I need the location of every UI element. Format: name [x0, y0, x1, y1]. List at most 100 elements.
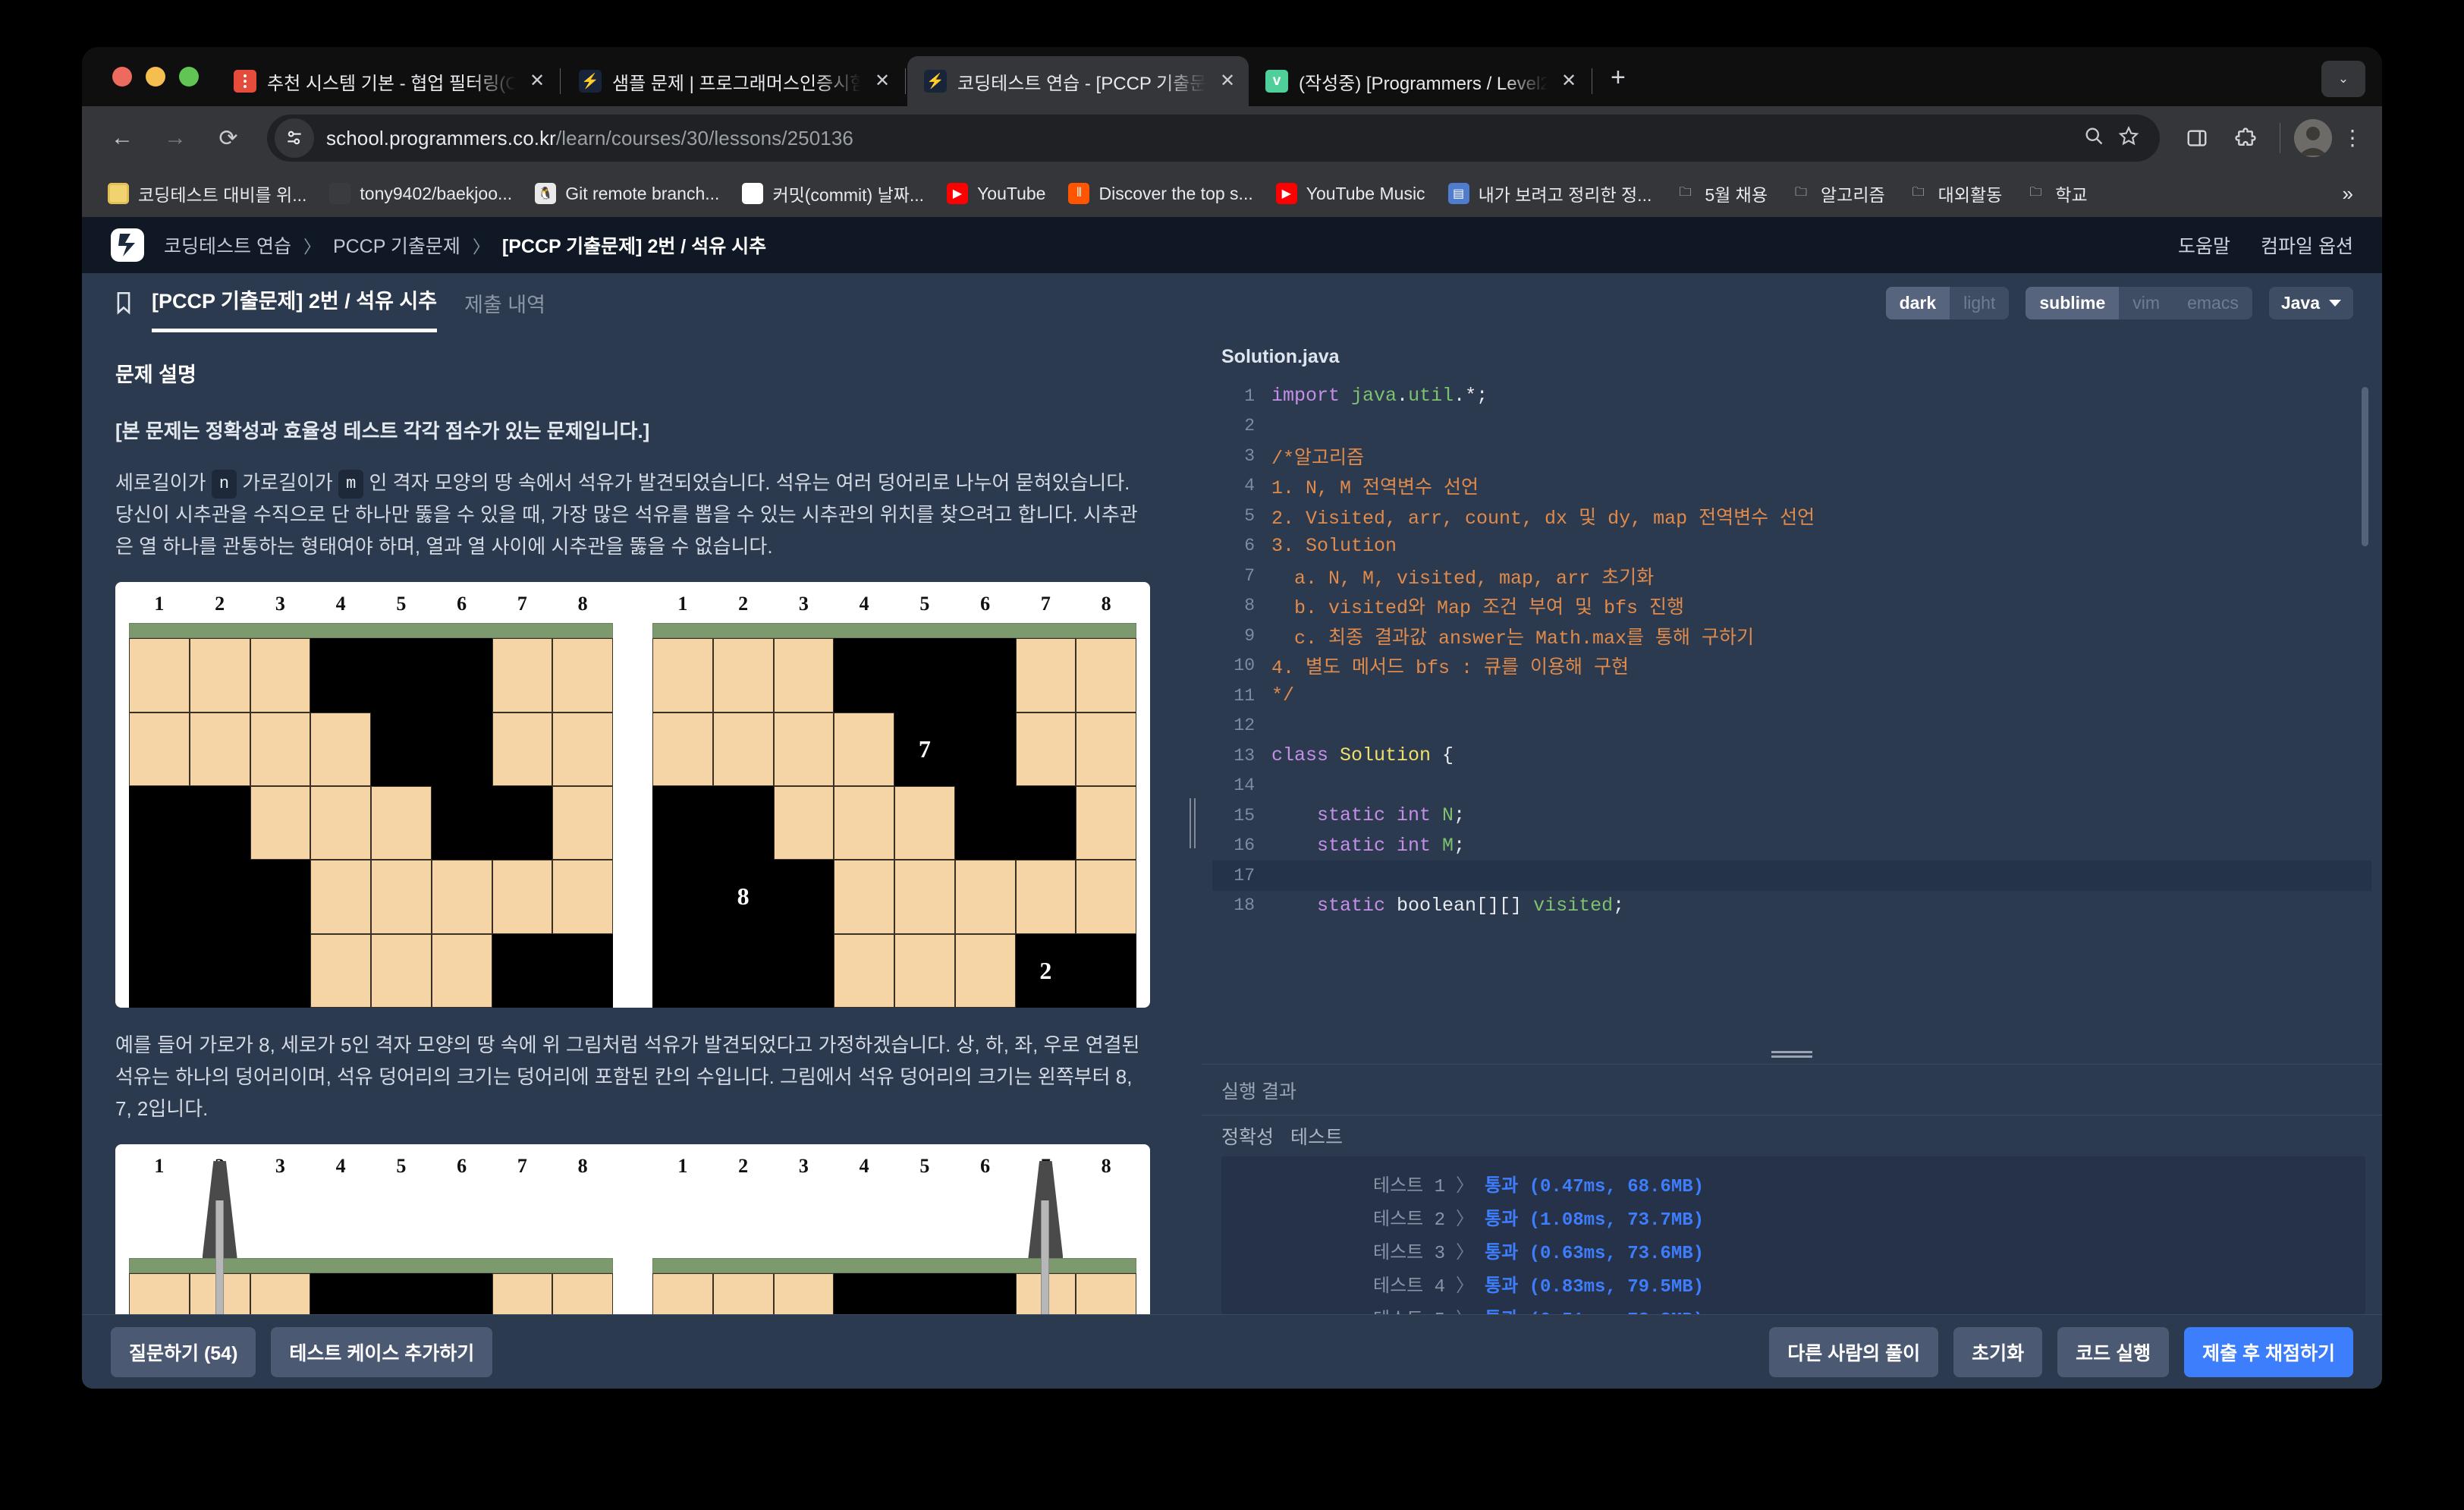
- grid-drill-right: 12345678: [652, 1155, 1136, 1314]
- bookmark-icon[interactable]: [111, 290, 137, 316]
- bookmark-item[interactable]: ▶ YouTube: [938, 178, 1054, 209]
- breadcrumb-separator: 〉: [303, 237, 321, 256]
- grid-column-labels: 1 2 3 4 5 6 7 8: [652, 593, 1136, 615]
- keymap-option-sublime[interactable]: sublime: [2026, 286, 2120, 319]
- bookmarks-overflow-icon[interactable]: »: [2330, 182, 2365, 206]
- breadcrumb-item-current: [PCCP 기출문제] 2번 / 석유 시추: [501, 236, 767, 257]
- keymap-option-vim[interactable]: vim: [2119, 287, 2173, 319]
- browser-tab-3[interactable]: ⚡ 코딩테스트 연습 - [PCCP 기출문제 ✕: [907, 56, 1249, 106]
- figure-drill-grids: 12345678 12345678: [115, 1144, 1150, 1314]
- close-tab-icon[interactable]: ✕: [1217, 71, 1238, 92]
- profile-avatar[interactable]: [2294, 119, 2332, 157]
- close-tab-icon[interactable]: ✕: [872, 71, 893, 92]
- problem-tabbar: [PCCP 기출문제] 2번 / 석유 시추 제출 내역 dark light …: [82, 273, 2382, 332]
- chrome-menu-icon[interactable]: ⋮: [2340, 127, 2365, 149]
- line-number: 3: [1244, 445, 1255, 466]
- test-case-row: 테스트 2 〉 통과 (1.08ms, 73.7MB): [1221, 1200, 2365, 1234]
- pane-resizer[interactable]: [1183, 332, 1202, 1314]
- oil-cell: [310, 933, 371, 1008]
- address-bar[interactable]: school.programmers.co.kr/learn/courses/3…: [267, 115, 2160, 162]
- rock-cell: [492, 786, 553, 860]
- rock-cell: [712, 786, 774, 860]
- result-tab-test[interactable]: 테스트: [1290, 1122, 1343, 1150]
- theme-option-dark[interactable]: dark: [1885, 286, 1950, 319]
- grid-column-label: 6: [980, 593, 991, 615]
- bookmark-item[interactable]: ⚘ 커밋(commit) 날짜...: [733, 175, 933, 212]
- resizer-grip-icon: [1771, 1050, 1812, 1058]
- oil-cell: [129, 638, 190, 713]
- other-solutions-button[interactable]: 다른 사람의 풀이: [1769, 1326, 1939, 1377]
- side-panel-icon[interactable]: [2176, 118, 2217, 159]
- run-code-button[interactable]: 코드 실행: [2057, 1326, 2170, 1377]
- code-line: 4 1. N, M 전역변수 선언: [1212, 471, 2371, 502]
- line-number: 13: [1234, 745, 1255, 766]
- theme-toggle[interactable]: dark light: [1885, 286, 2010, 319]
- close-tab-icon[interactable]: ✕: [1558, 71, 1579, 92]
- bookmark-item[interactable]: 🐧 Git remote branch...: [526, 178, 728, 209]
- bookmark-folder[interactable]: 🗀 학교: [2016, 175, 2096, 212]
- site-header-links: 도움말 컴파일 옵션: [2178, 231, 2353, 259]
- bookmark-item[interactable]: 코딩테스트 대비를 위...: [99, 175, 316, 212]
- bookmark-star-icon[interactable]: [2111, 125, 2146, 152]
- extensions-icon[interactable]: [2225, 118, 2266, 159]
- reload-button[interactable]: ⟳: [205, 115, 252, 162]
- editor-result-resizer[interactable]: [1202, 1044, 2382, 1064]
- grid-labeled: 1 2 3 4 5 6 7 8 7 8 2: [652, 593, 1136, 1008]
- line-number: 11: [1234, 685, 1255, 706]
- breadcrumb-item-courses[interactable]: 코딩테스트 연습: [164, 231, 291, 259]
- tab-problem-description[interactable]: [PCCP 기출문제] 2번 / 석유 시추: [152, 273, 438, 332]
- bookmark-label: 학교: [2055, 185, 2088, 205]
- browser-tab-1[interactable]: 추천 시스템 기본 - 협업 필터링(Co ✕: [217, 56, 558, 106]
- keymap-toggle[interactable]: sublime vim emacs: [2026, 286, 2252, 319]
- browser-tab-4[interactable]: v (작성중) [Programmers / Level2 ✕: [1249, 56, 1590, 106]
- ask-question-button[interactable]: 질문하기 (54): [111, 1326, 256, 1377]
- test-case-name: 테스트 3: [1373, 1243, 1446, 1264]
- new-tab-button[interactable]: +: [1594, 63, 1642, 106]
- keymap-option-emacs[interactable]: emacs: [2173, 287, 2252, 319]
- code-text: static int M;: [1271, 834, 1466, 857]
- programmers-logo-icon[interactable]: [111, 228, 144, 262]
- browser-tab-2[interactable]: ⚡ 샘플 문제 | 프로그래머스인증시험 ✕: [562, 56, 904, 106]
- minimize-window-button[interactable]: [146, 67, 165, 87]
- bookmark-item[interactable]: tony9402/baekjoo...: [320, 178, 521, 209]
- search-icon[interactable]: [2076, 125, 2111, 152]
- close-tab-icon[interactable]: ✕: [526, 71, 548, 92]
- code-line: 6 3. Solution: [1212, 531, 2371, 562]
- reddit-icon: [234, 70, 256, 93]
- bookmark-folder[interactable]: 🗀 대외활동: [1899, 175, 2012, 212]
- compile-options-link[interactable]: 컴파일 옵션: [2261, 231, 2353, 259]
- theme-option-light[interactable]: light: [1950, 287, 2009, 319]
- code-line: 15 static int N;: [1212, 801, 2371, 831]
- help-link[interactable]: 도움말: [2178, 231, 2230, 259]
- forward-button[interactable]: →: [152, 115, 199, 162]
- code-scrollbar[interactable]: [2362, 387, 2368, 546]
- bookmark-folder[interactable]: 🗀 5월 채용: [1665, 175, 1777, 212]
- test-case-name: 테스트 5: [1373, 1304, 1445, 1314]
- back-button[interactable]: ←: [99, 115, 146, 162]
- code-line: 8 b. visited와 Map 조건 부여 및 bfs 진행: [1212, 591, 2371, 621]
- language-select[interactable]: Java: [2268, 286, 2353, 319]
- tab-search-chevron-icon[interactable]: ⌄: [2321, 61, 2365, 97]
- bookmark-item[interactable]: ⦀ Discover the top s...: [1059, 178, 1262, 209]
- oil-cell: [431, 860, 492, 934]
- add-test-case-button[interactable]: 테스트 케이스 추가하기: [271, 1326, 493, 1377]
- breadcrumb: 코딩테스트 연습 〉 PCCP 기출문제 〉 [PCCP 기출문제] 2번 / …: [164, 231, 766, 259]
- grid-column-label: 3: [798, 593, 809, 615]
- rock-cell: [310, 638, 371, 713]
- code-editor[interactable]: 1 import java.util.*; 2 3 /*알고리즘 4 1. N, M 전역변…: [1212, 381, 2371, 1044]
- bookmark-item[interactable]: ▶ YouTube Music: [1267, 178, 1435, 209]
- bookmark-folder[interactable]: 🗀 알고리즘: [1781, 175, 1894, 212]
- soil-band: [129, 1258, 613, 1274]
- site-settings-icon[interactable]: [275, 118, 314, 158]
- close-window-button[interactable]: [112, 67, 132, 87]
- reset-button[interactable]: 초기화: [1953, 1326, 2043, 1377]
- test-case-row: 테스트 4 〉 통과 (0.83ms, 79.5MB): [1221, 1267, 2365, 1301]
- bookmark-item[interactable]: ▤ 내가 보려고 정리한 정...: [1439, 175, 1661, 212]
- chevron-right-icon: 〉: [1456, 1304, 1474, 1314]
- tab-submission-history[interactable]: 제출 내역: [464, 288, 545, 318]
- bookmark-label: 5월 채용: [1705, 185, 1768, 205]
- result-tab-accuracy[interactable]: 정확성: [1221, 1122, 1274, 1150]
- maximize-window-button[interactable]: [179, 67, 199, 87]
- breadcrumb-item-pccp[interactable]: PCCP 기출문제: [333, 231, 460, 259]
- submit-button[interactable]: 제출 후 채점하기: [2184, 1326, 2353, 1377]
